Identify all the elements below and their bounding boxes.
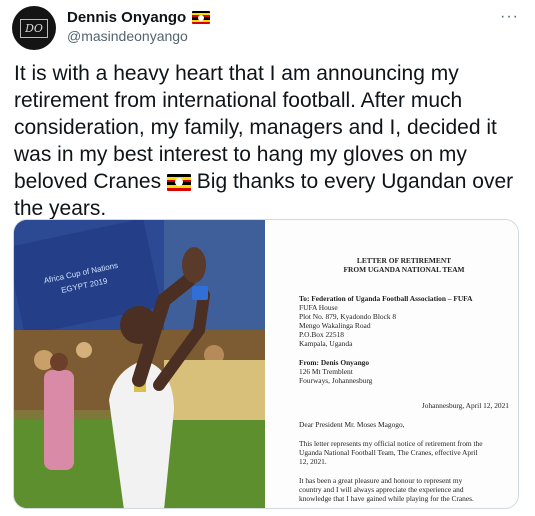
uganda-flag-icon — [166, 173, 191, 191]
letter-to-label: To: Federation of Uganda Football Associ… — [299, 294, 473, 303]
letter-paragraph: It has been a great pleasure and honour … — [299, 476, 509, 503]
letter-line: knowledge that I have gained while playi… — [299, 494, 474, 503]
letter-sender: From: Denis Onyango 126 Mt Tremblent Fou… — [299, 358, 509, 385]
letter-salutation: Dear President Mr. Moses Magogo, — [299, 420, 405, 429]
player-photo[interactable]: Africa Cup of Nations EGYPT 2019 — [14, 220, 265, 508]
letter-address-line: Plot No. 879, Kyadondo Block 8 — [299, 312, 397, 321]
tweet-header: DO Dennis Onyango @masindeonyango ··· — [12, 6, 523, 50]
tweet-text-segment: beloved Cranes — [14, 170, 162, 193]
letter-recipient: To: Federation of Uganda Football Associ… — [299, 294, 509, 348]
letter-address-line: 126 Mt Tremblent — [299, 367, 353, 376]
tweet-text: It is with a heavy heart that I am annou… — [14, 60, 524, 222]
tweet-text-segment: Big thanks to every Ugandan over — [196, 170, 514, 193]
tweet-text-line: It is with a heavy heart that I am annou… — [14, 62, 459, 85]
more-options-icon[interactable]: ··· — [500, 8, 519, 26]
retirement-letter-image[interactable]: LETTER OF RETIREMENT FROM UGANDA NATIONA… — [267, 220, 518, 508]
tweet-text-line: beloved Cranes Big thanks to every Ugand… — [14, 168, 524, 195]
tweet-text-line: the years. — [14, 197, 107, 220]
letter-title: LETTER OF RETIREMENT FROM UGANDA NATIONA… — [299, 256, 509, 274]
letter-title-line: LETTER OF RETIREMENT — [356, 256, 452, 265]
avatar-logo: DO — [20, 18, 48, 38]
uganda-flag-icon — [192, 11, 211, 24]
letter-line: 12, 2021. — [299, 457, 327, 466]
letter-address-line: Kampala, Uganda — [299, 339, 353, 348]
letter-date: Johannesburg, April 12, 2021 — [421, 401, 509, 410]
tweet-text-line: retirement from international football. … — [14, 89, 463, 112]
media-grid: Africa Cup of Nations EGYPT 2019 LETTER … — [13, 219, 519, 509]
letter-paragraph: This letter represents my official notic… — [299, 439, 509, 466]
handle[interactable]: @masindeonyango — [67, 28, 188, 44]
letter-address-line: FUFA House — [299, 303, 338, 312]
letter-line: country and I will always appreciate the… — [299, 485, 464, 494]
letter-line: It has been a great pleasure and honour … — [299, 476, 463, 485]
letter-content: LETTER OF RETIREMENT FROM UGANDA NATIONA… — [299, 256, 509, 503]
tweet-text-line: consideration, my family, managers and I… — [14, 116, 497, 139]
letter-line: Uganda National Football Team, The Crane… — [299, 448, 478, 457]
letter-address-line: Mengo Wakalinga Road — [299, 321, 371, 330]
letter-address-line: P.O.Box 22518 — [299, 330, 344, 339]
letter-address-line: Fourways, Johannesburg — [299, 376, 373, 385]
tweet-text-line: was in my best interest to hang my glove… — [14, 143, 467, 166]
letter-title-line: FROM UGANDA NATIONAL TEAM — [343, 265, 465, 274]
letter-line: This letter represents my official notic… — [299, 439, 483, 448]
name-row: Dennis Onyango — [67, 9, 211, 26]
display-name[interactable]: Dennis Onyango — [67, 9, 186, 26]
avatar[interactable]: DO — [12, 6, 56, 50]
letter-from-label: From: Denis Onyango — [299, 358, 370, 367]
